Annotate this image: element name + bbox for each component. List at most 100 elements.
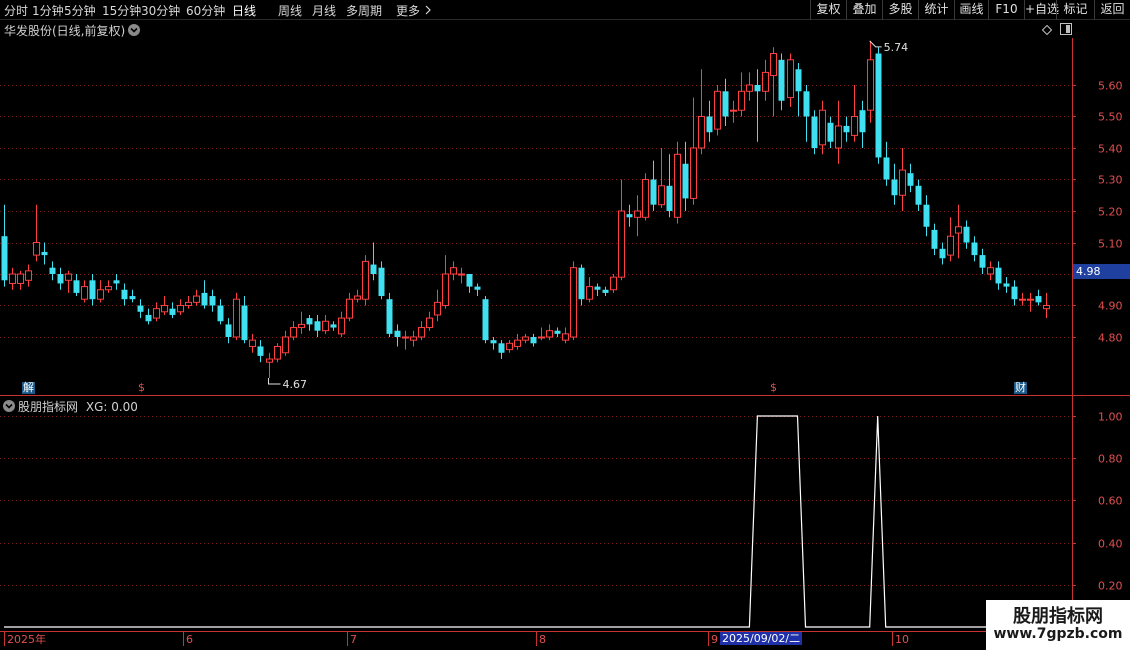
candle-body <box>201 292 208 306</box>
candle-body <box>562 333 569 341</box>
candle-body <box>362 260 369 300</box>
candle-body <box>867 59 874 111</box>
ind-tick-label: 0.40 <box>1098 538 1123 551</box>
candle-body <box>177 305 184 313</box>
candle-body <box>722 91 729 117</box>
candle-body <box>225 324 232 337</box>
candle-body <box>899 169 906 196</box>
event-marker-0[interactable]: 解 <box>22 382 35 394</box>
candle-body <box>233 298 240 338</box>
candle-body <box>257 346 264 356</box>
candle-body <box>690 147 697 199</box>
candle-body <box>803 91 810 117</box>
candle-body <box>506 342 513 351</box>
candle-body <box>330 324 337 328</box>
candle-body <box>9 273 16 284</box>
selected-date-tag: 2025/09/02/二 <box>720 632 803 645</box>
stock-chart[interactable]: 4.80 4.90 5.10 5.20 5.30 5.40 5.50 5.60 0.20 0.40… <box>0 0 1130 650</box>
candle-body <box>770 53 777 77</box>
main-tick-label: 5.40 <box>1098 143 1123 156</box>
candle-body <box>746 84 753 92</box>
candle-body <box>410 336 417 341</box>
candle-body <box>594 286 601 290</box>
candle-body <box>778 59 785 101</box>
candle-body <box>490 340 497 344</box>
candle-body <box>1011 286 1018 300</box>
candle-body <box>33 242 40 256</box>
candle-body <box>129 296 136 300</box>
candle-body <box>290 327 297 338</box>
candle-body <box>97 289 104 300</box>
event-marker-3[interactable]: 财 <box>1014 382 1027 394</box>
candle-body <box>402 336 409 339</box>
high-annotation-line <box>869 40 882 48</box>
candle-body <box>570 267 577 338</box>
low-price-label: 4.67 <box>283 378 308 391</box>
candle-body <box>738 90 745 111</box>
candle-body <box>1035 296 1042 303</box>
current-price-tag: 4.98 <box>1073 264 1130 279</box>
candle-body <box>137 305 144 312</box>
candle-body <box>915 185 922 205</box>
candle-body <box>113 280 120 284</box>
candle-body <box>482 299 489 341</box>
candle-body <box>754 85 761 92</box>
candle-body <box>642 179 649 218</box>
candle-body <box>1 236 8 281</box>
candle-body <box>209 296 216 306</box>
candle-body <box>1027 298 1034 301</box>
candle-body <box>546 330 553 338</box>
candle-body <box>682 163 689 199</box>
main-tick-label: 4.80 <box>1098 332 1123 345</box>
candle-body <box>931 229 938 249</box>
candle-body <box>923 204 930 227</box>
candle-body <box>650 179 657 205</box>
date-tick-label: 6 <box>186 633 193 646</box>
ind-tick-label: 1.00 <box>1098 411 1123 424</box>
candle-body <box>835 125 842 149</box>
candle-body <box>706 116 713 133</box>
candle-body <box>450 267 457 275</box>
event-marker-1[interactable]: $ <box>138 382 145 394</box>
candle-body <box>418 327 425 338</box>
candle-body <box>947 235 954 256</box>
ind-tick-label: 0.20 <box>1098 580 1123 593</box>
candle-body <box>57 274 64 284</box>
date-tick-label: 10 <box>895 633 909 646</box>
candle-body <box>105 286 112 291</box>
candle-body <box>25 270 32 281</box>
candle-body <box>498 343 505 353</box>
candle-body <box>819 109 826 146</box>
candle-body <box>145 314 152 322</box>
candle-body <box>939 248 946 259</box>
candle-body <box>795 69 802 92</box>
candle-body <box>666 185 673 211</box>
candle-body <box>762 71 769 92</box>
candle-body <box>698 116 705 149</box>
main-tick-label: 5.50 <box>1098 111 1123 124</box>
candle-body <box>626 214 633 218</box>
high-price-label: 5.74 <box>884 41 909 54</box>
main-tick-label: 5.20 <box>1098 206 1123 219</box>
candle-body <box>306 318 313 325</box>
candle-body <box>578 267 585 300</box>
candle-body <box>282 336 289 354</box>
candle-body <box>674 153 681 218</box>
candle-body <box>851 116 858 136</box>
candle-body <box>538 336 545 339</box>
candle-body <box>891 179 898 196</box>
candle-body <box>41 251 48 256</box>
candle-body <box>955 226 962 234</box>
candle-body <box>434 301 441 316</box>
event-marker-2[interactable]: $ <box>770 382 777 394</box>
candle-body <box>907 173 914 186</box>
candle-body <box>322 320 329 332</box>
watermark-logo: 股朋指标网 www.7gpzb.com <box>986 600 1130 650</box>
date-tick-label: 2025年 <box>7 632 46 646</box>
candle-body <box>883 157 890 180</box>
main-tick-label: 5.60 <box>1098 80 1123 93</box>
candle-body <box>394 330 401 337</box>
date-tick-label: 9 <box>711 633 718 646</box>
candle-body <box>185 301 192 307</box>
candle-body <box>338 317 345 335</box>
